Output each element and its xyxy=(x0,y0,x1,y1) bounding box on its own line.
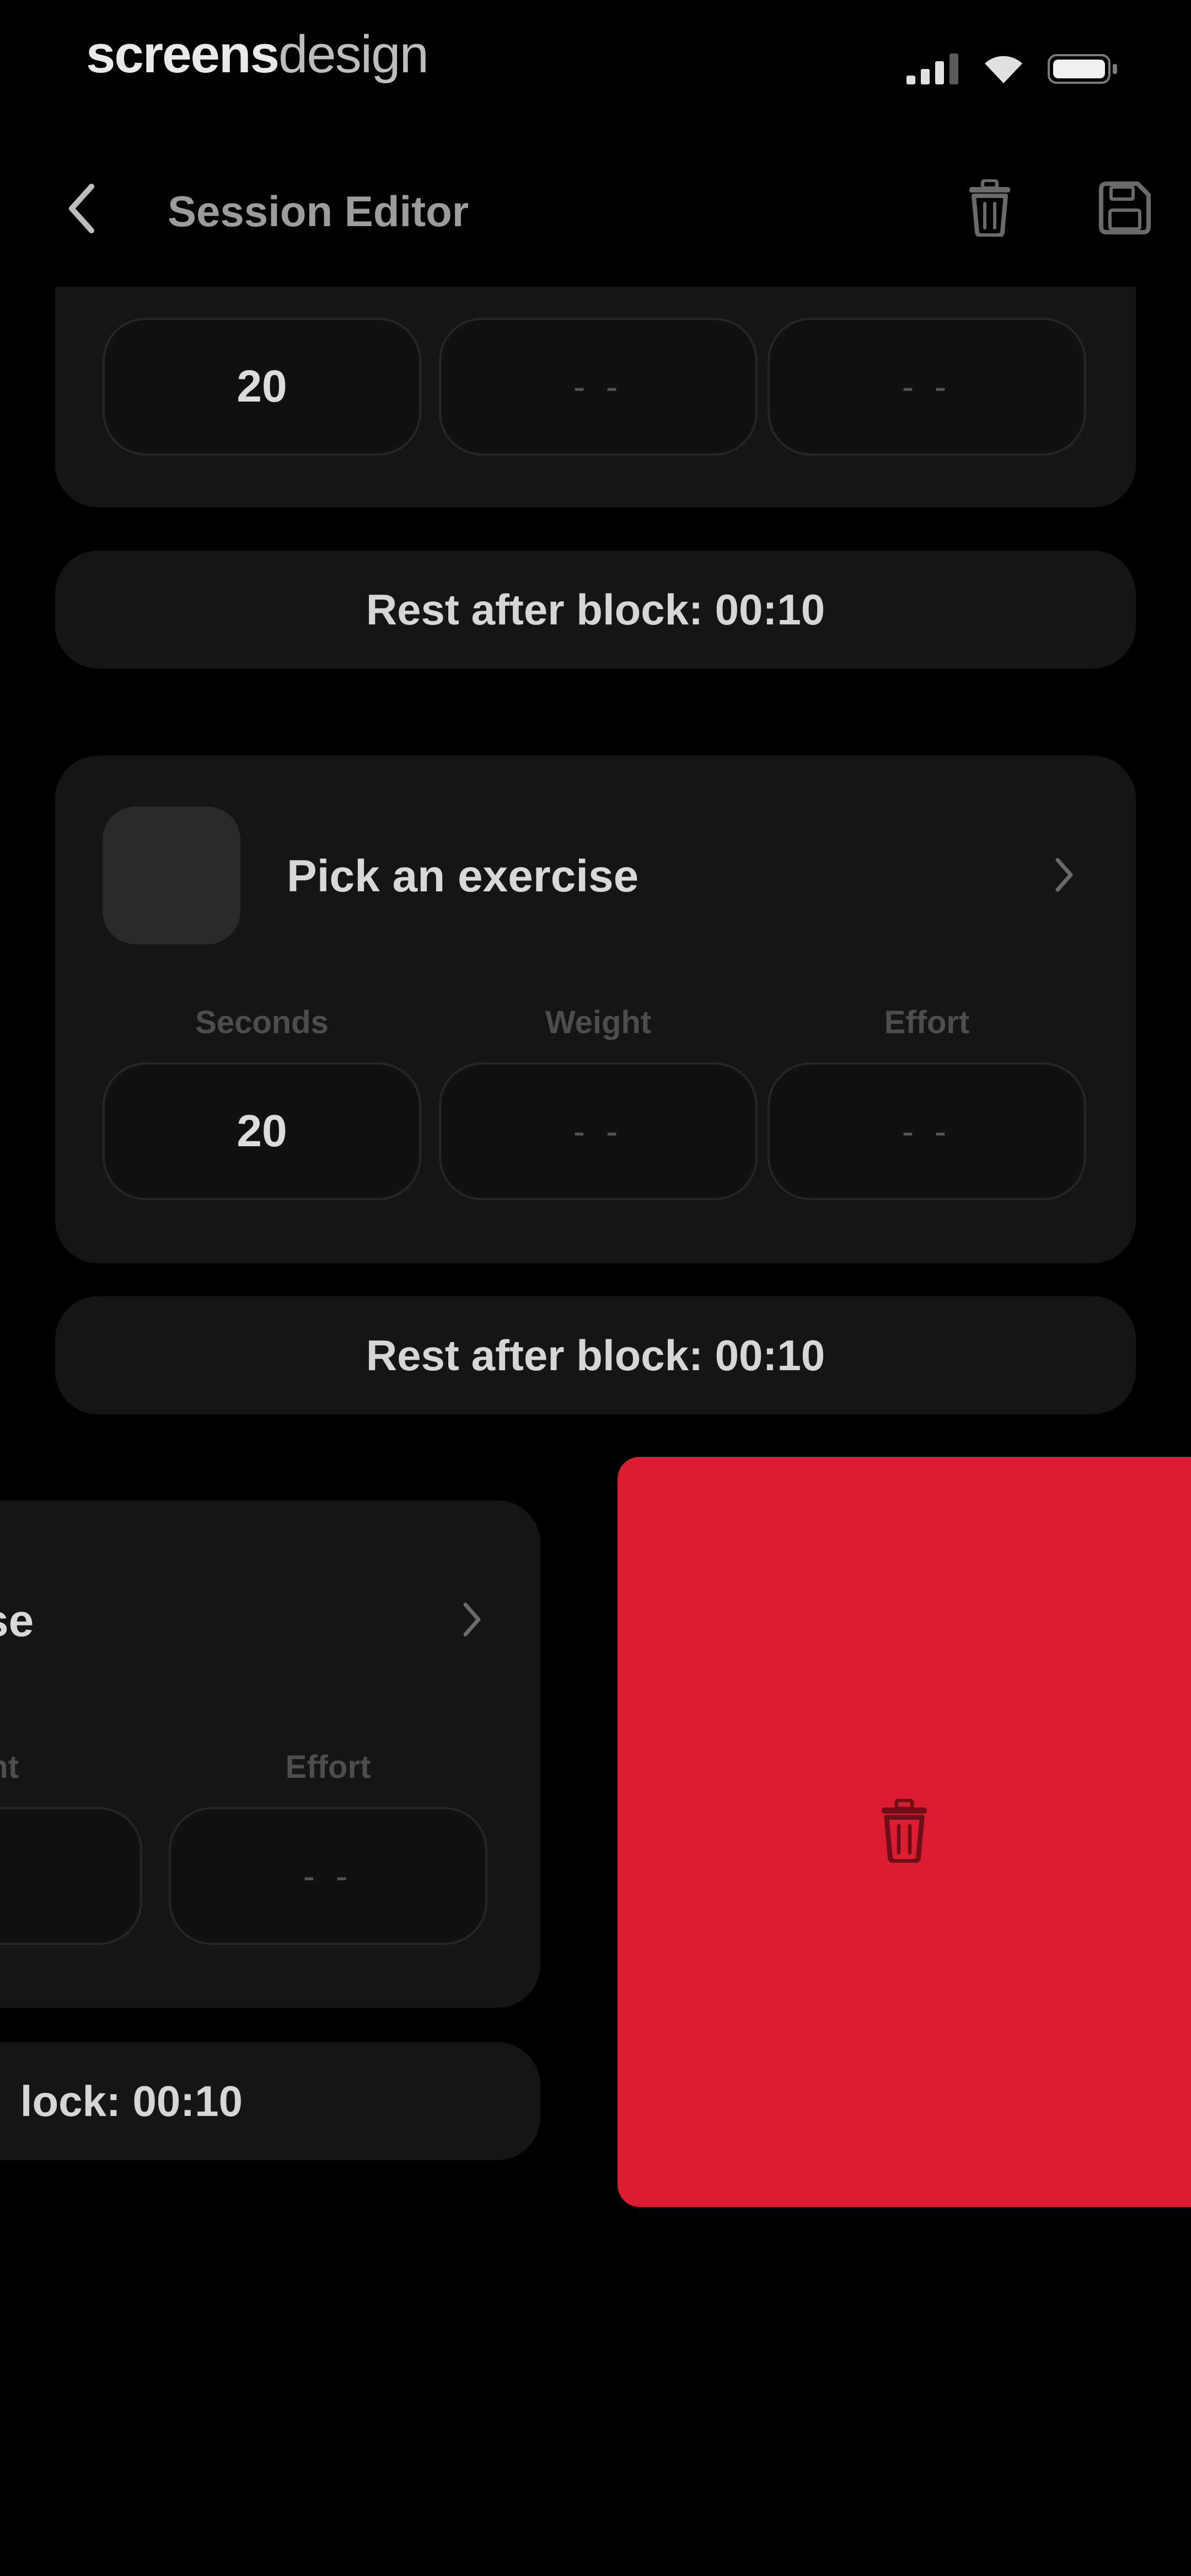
trash-icon xyxy=(965,178,1015,239)
status-bar: screensdesign xyxy=(0,0,1191,132)
seconds-field[interactable]: 20 xyxy=(103,1062,421,1200)
seconds-field[interactable]: 20 xyxy=(103,318,421,456)
brand-logo-light: design xyxy=(278,25,429,84)
brand-logo: screensdesign xyxy=(86,24,429,85)
weight-label: Weight xyxy=(545,1004,652,1040)
cellular-signal-icon xyxy=(906,53,959,87)
status-icons xyxy=(906,51,1119,89)
delete-session-button[interactable] xyxy=(959,178,1020,239)
exercise-thumbnail[interactable] xyxy=(103,806,240,944)
session-blocks-list[interactable]: 20 - - - - Rest after block: 00:10 Pick … xyxy=(0,287,1191,2576)
exercise-name-label[interactable]: se xyxy=(0,1595,34,1647)
back-chevron-icon xyxy=(65,182,98,238)
rest-after-block-button[interactable]: Rest after block: 00:10 xyxy=(55,551,1136,669)
back-button[interactable] xyxy=(60,182,104,237)
effort-field[interactable]: - - xyxy=(169,1807,487,1945)
chevron-right-icon[interactable] xyxy=(1048,853,1081,897)
wifi-icon xyxy=(984,54,1023,87)
weight-field[interactable]: - - xyxy=(439,1062,758,1200)
rest-after-block-button[interactable]: lock: 00:10 xyxy=(0,2042,540,2160)
page-title: Session Editor xyxy=(168,187,469,236)
pick-exercise-label[interactable]: Pick an exercise xyxy=(287,851,639,902)
navigation-bar: Session Editor xyxy=(0,160,1191,259)
chevron-right-icon[interactable] xyxy=(455,1597,489,1642)
swipe-delete-action[interactable] xyxy=(618,1457,1191,2207)
trash-icon xyxy=(877,1798,932,1866)
effort-field[interactable]: - - xyxy=(768,318,1086,456)
brand-logo-bold: screens xyxy=(86,25,280,84)
effort-label: Effort xyxy=(884,1004,970,1040)
rest-after-block-button[interactable]: Rest after block: 00:10 xyxy=(55,1296,1136,1414)
save-icon xyxy=(1096,179,1153,239)
weight-field[interactable]: - - xyxy=(439,318,758,456)
weight-label: ght xyxy=(0,1749,19,1785)
battery-icon xyxy=(1048,53,1119,88)
save-session-button[interactable] xyxy=(1094,179,1155,239)
effort-field[interactable]: - - xyxy=(768,1062,1086,1200)
effort-label: Effort xyxy=(285,1749,371,1785)
weight-field[interactable]: - xyxy=(0,1807,142,1945)
seconds-label: Seconds xyxy=(195,1004,329,1040)
